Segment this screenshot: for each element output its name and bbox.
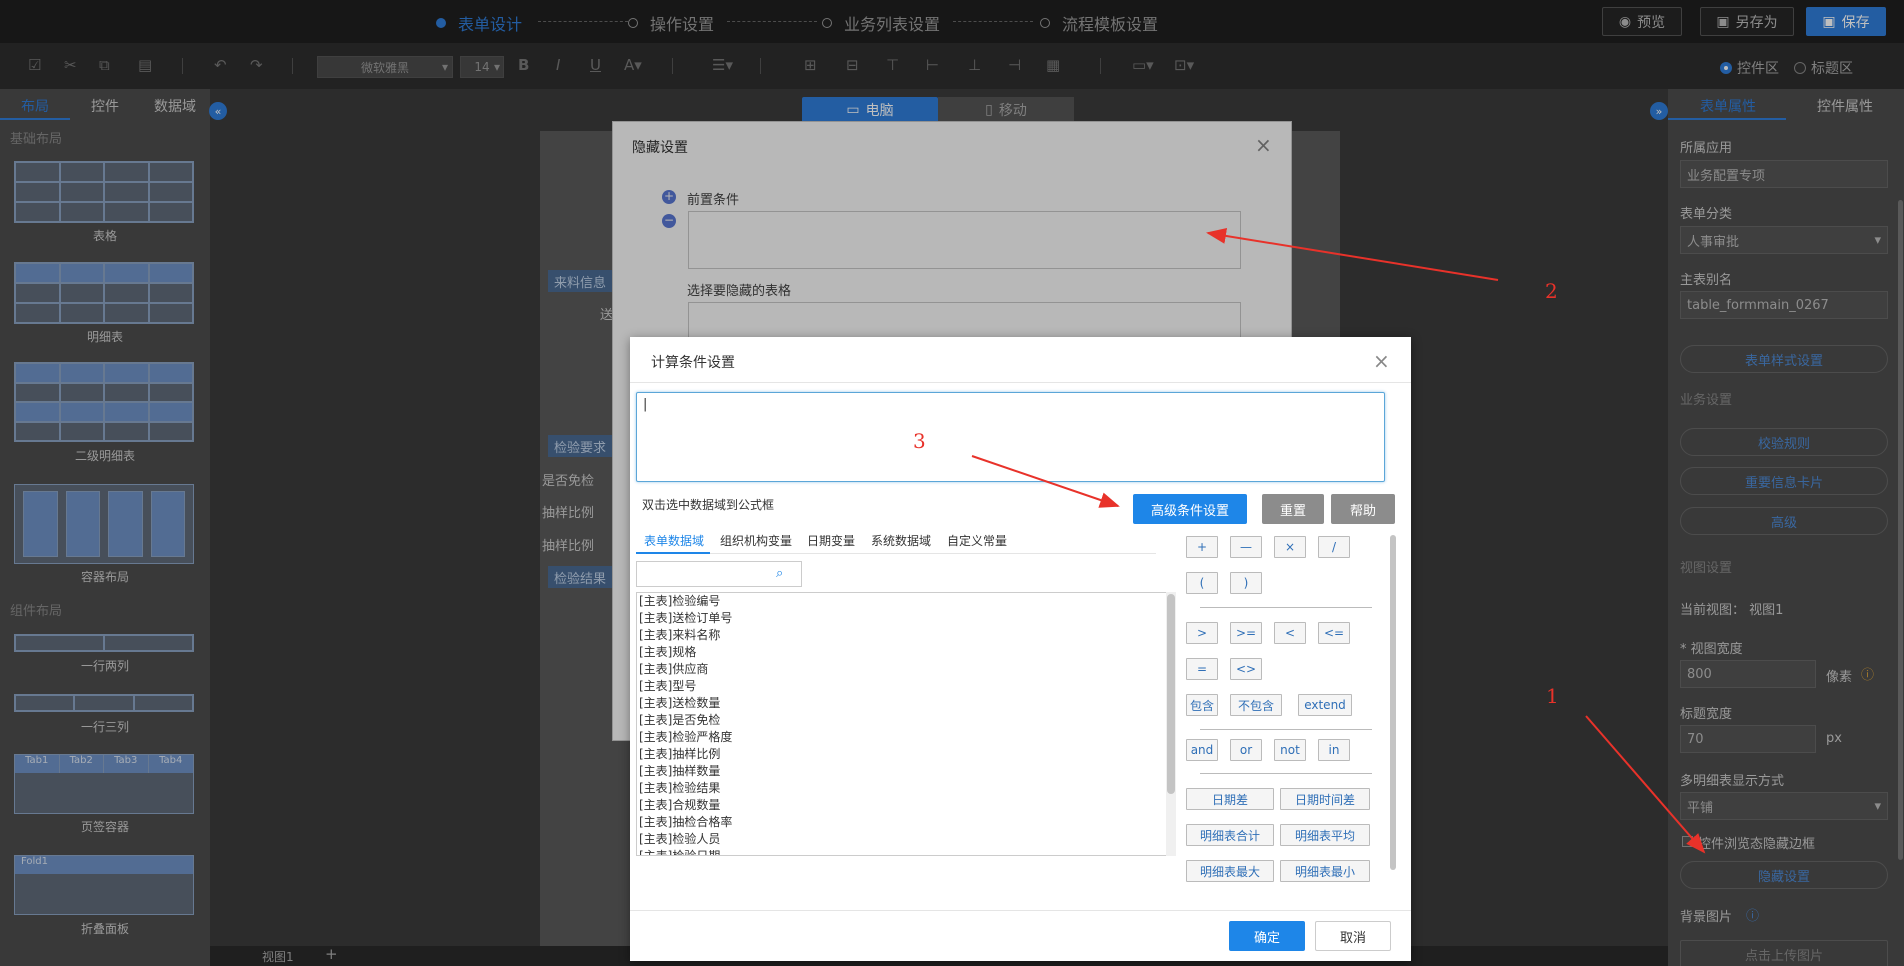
annotation-number: 3: [913, 429, 926, 453]
annotation-number: 1: [1546, 684, 1559, 708]
arrow-2: [1206, 227, 1499, 281]
arrow-3: [971, 455, 1120, 508]
annotation-arrows: [971, 227, 1706, 854]
annotation-number: 2: [1545, 279, 1558, 303]
arrow-1: [1585, 715, 1706, 854]
